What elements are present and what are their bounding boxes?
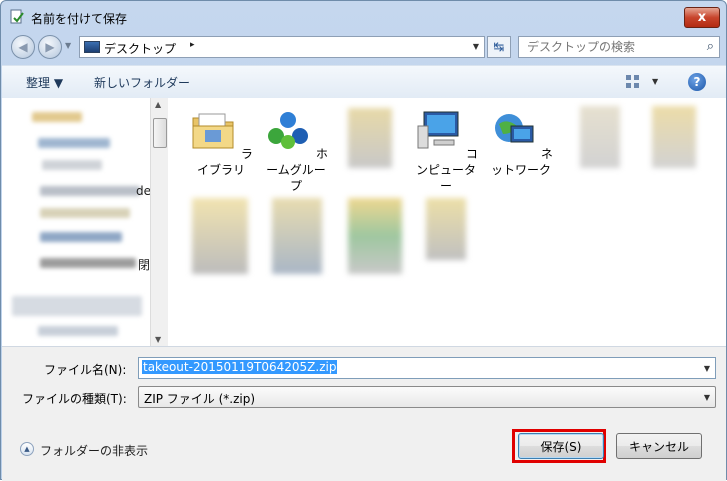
nav-item-blurred[interactable] (40, 208, 130, 218)
navigation-pane[interactable]: de 閉 (2, 98, 150, 346)
address-location[interactable]: デスクトップ (104, 40, 176, 57)
nav-item-blurred[interactable] (38, 326, 118, 336)
nav-item-blurred[interactable] (40, 258, 136, 268)
hide-folders-label: フォルダーの非表示 (40, 444, 149, 458)
computer-icon (417, 111, 459, 149)
scroll-up-icon[interactable]: ▲ (155, 100, 161, 109)
cancel-button[interactable]: キャンセル (616, 433, 702, 459)
file-item-computer[interactable]: コンピューター (411, 106, 481, 194)
scrollbar-thumb[interactable] (153, 118, 167, 148)
search-box[interactable]: ⌕ (518, 36, 720, 58)
nav-partial-label: de (136, 184, 150, 198)
file-list[interactable]: ライブラリ ホームグループ コンピューター ネットワーク (168, 98, 726, 346)
scroll-down-icon[interactable]: ▼ (155, 335, 161, 344)
navigation-scrollbar[interactable]: ▲ ▼ (150, 98, 168, 346)
nav-partial-label: 閉 (138, 258, 150, 272)
blurred-file-item[interactable] (348, 108, 392, 168)
breadcrumb-arrow-icon[interactable]: ▸ (190, 40, 195, 50)
filetype-select[interactable]: ZIP ファイル (*.zip) ▼ (138, 386, 716, 408)
close-button[interactable]: x (684, 7, 720, 28)
organize-button[interactable]: 整理 ▼ (26, 74, 63, 91)
nav-item-blurred[interactable] (38, 138, 110, 148)
view-dropdown-icon[interactable]: ▼ (652, 77, 658, 86)
blurred-file-item[interactable] (426, 198, 466, 260)
blurred-file-item[interactable] (348, 198, 402, 274)
address-dropdown-icon[interactable]: ▼ (473, 42, 479, 51)
filename-input[interactable]: takeout-20150119T064205Z.zip ▼ (138, 357, 716, 379)
new-folder-button[interactable]: 新しいフォルダー (94, 74, 190, 91)
window-title: 名前を付けて保存 (31, 12, 128, 26)
file-item-library[interactable]: ライブラリ (186, 106, 256, 178)
filetype-label: ファイルの種類(T): (22, 392, 127, 406)
back-arrow-icon: ◀ (18, 40, 28, 54)
navigation-row: ◀ ▶ ▼ デスクトップ ▸ ▼ ↹ ⌕ (1, 33, 726, 61)
search-icon[interactable]: ⌕ (707, 39, 714, 54)
back-button[interactable]: ◀ (11, 35, 35, 59)
search-input[interactable] (525, 39, 699, 55)
file-item-homegroup[interactable]: ホームグループ (261, 106, 331, 194)
help-icon[interactable]: ? (688, 73, 706, 91)
filename-label: ファイル名(N): (44, 363, 127, 377)
filetype-dropdown-icon[interactable]: ▼ (704, 393, 710, 402)
close-icon: x (697, 10, 707, 25)
title-bar: 名前を付けて保存 x (1, 1, 726, 33)
refresh-icon: ↹ (493, 39, 505, 55)
save-options-panel: ファイル名(N): takeout-20150119T064205Z.zip ▼… (2, 346, 726, 481)
nav-item-blurred[interactable] (40, 186, 140, 196)
save-button[interactable]: 保存(S) (518, 433, 604, 459)
network-icon (495, 114, 534, 143)
command-toolbar: 整理 ▼ 新しいフォルダー ▼ ? (2, 65, 726, 99)
forward-button[interactable]: ▶ (38, 35, 62, 59)
filetype-value: ZIP ファイル (*.zip) (144, 392, 256, 406)
desktop-icon (84, 41, 100, 53)
forward-arrow-icon: ▶ (45, 40, 55, 54)
save-as-dialog: 名前を付けて保存 x ◀ ▶ ▼ デスクトップ ▸ ▼ ↹ ⌕ 整理 ▼ 新しい… (0, 0, 727, 481)
homegroup-icon (268, 112, 309, 149)
view-options-icon[interactable] (626, 75, 640, 89)
collapse-icon: ▲ (20, 442, 34, 456)
blurred-file-item[interactable] (652, 106, 696, 168)
library-icon (192, 113, 234, 149)
refresh-button[interactable]: ↹ (487, 36, 511, 58)
blurred-file-item[interactable] (192, 198, 248, 274)
recent-pages-dropdown[interactable]: ▼ (65, 41, 71, 50)
nav-item-blurred[interactable] (42, 160, 102, 170)
filename-value[interactable]: takeout-20150119T064205Z.zip (142, 360, 338, 374)
address-bar[interactable]: デスクトップ ▸ ▼ (79, 36, 485, 58)
nav-item-blurred[interactable] (40, 232, 122, 242)
filename-dropdown-icon[interactable]: ▼ (704, 364, 710, 373)
nav-item-blurred[interactable] (12, 296, 142, 316)
blurred-file-item[interactable] (580, 106, 620, 168)
nav-item-blurred[interactable] (32, 112, 82, 122)
file-item-network[interactable]: ネットワーク (486, 106, 556, 178)
save-document-icon (10, 9, 24, 24)
blurred-file-item[interactable] (272, 198, 322, 274)
